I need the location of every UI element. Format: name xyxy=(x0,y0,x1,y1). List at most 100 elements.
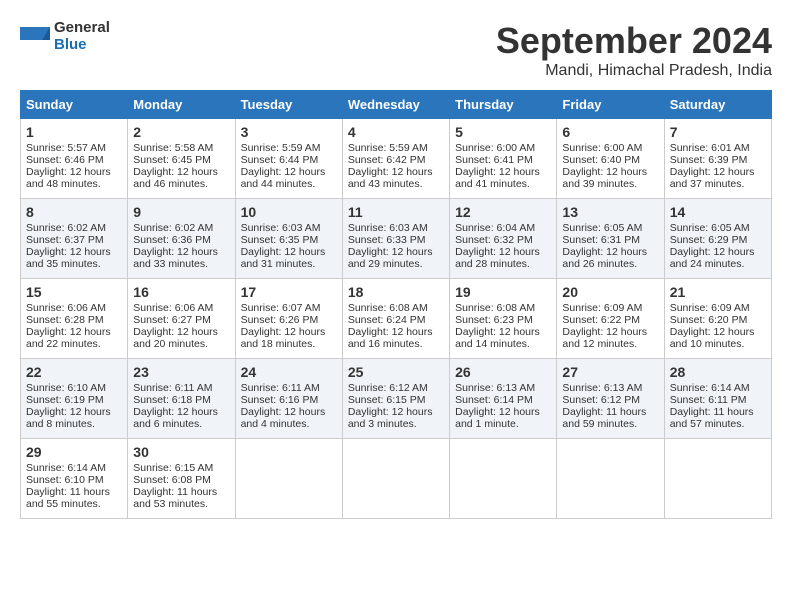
sunset: Sunset: 6:23 PM xyxy=(455,314,533,326)
calendar-cell: 10Sunrise: 6:03 AMSunset: 6:35 PMDayligh… xyxy=(235,199,342,279)
month-title: September 2024 xyxy=(496,20,772,62)
day-number: 18 xyxy=(348,284,444,300)
day-number: 11 xyxy=(348,204,444,220)
calendar-week-3: 22Sunrise: 6:10 AMSunset: 6:19 PMDayligh… xyxy=(21,359,772,439)
day-number: 23 xyxy=(133,364,229,380)
day-number: 21 xyxy=(670,284,766,300)
daylight: Daylight: 12 hours and 20 minutes. xyxy=(133,326,218,350)
sunrise: Sunrise: 6:11 AM xyxy=(241,382,320,394)
calendar-cell: 24Sunrise: 6:11 AMSunset: 6:16 PMDayligh… xyxy=(235,359,342,439)
sunrise: Sunrise: 6:13 AM xyxy=(455,382,535,394)
sunset: Sunset: 6:42 PM xyxy=(348,154,426,166)
sunset: Sunset: 6:16 PM xyxy=(241,394,319,406)
sunset: Sunset: 6:31 PM xyxy=(562,234,640,246)
calendar-cell: 2Sunrise: 5:58 AMSunset: 6:45 PMDaylight… xyxy=(128,119,235,199)
sunset: Sunset: 6:28 PM xyxy=(26,314,104,326)
daylight: Daylight: 12 hours and 26 minutes. xyxy=(562,246,647,270)
sunrise: Sunrise: 6:02 AM xyxy=(26,222,106,234)
calendar-week-1: 8Sunrise: 6:02 AMSunset: 6:37 PMDaylight… xyxy=(21,199,772,279)
sunset: Sunset: 6:14 PM xyxy=(455,394,533,406)
header-wednesday: Wednesday xyxy=(342,91,449,119)
sunset: Sunset: 6:15 PM xyxy=(348,394,426,406)
calendar-cell: 4 Sunrise: 5:59 AMSunset: 6:42 PMDaylight… xyxy=(342,119,449,199)
daylight: Daylight: 12 hours and 35 minutes. xyxy=(26,246,111,270)
calendar-week-2: 15Sunrise: 6:06 AMSunset: 6:28 PMDayligh… xyxy=(21,279,772,359)
daylight: Daylight: 12 hours and 10 minutes. xyxy=(670,326,755,350)
daylight: Daylight: 12 hours and 43 minutes. xyxy=(348,166,433,190)
header-tuesday: Tuesday xyxy=(235,91,342,119)
header-monday: Monday xyxy=(128,91,235,119)
daylight: Daylight: 12 hours and 44 minutes. xyxy=(241,166,326,190)
day-number: 4 xyxy=(348,124,444,140)
sunrise: Sunrise: 6:12 AM xyxy=(348,382,428,394)
calendar-cell: 8Sunrise: 6:02 AMSunset: 6:37 PMDaylight… xyxy=(21,199,128,279)
sunset: Sunset: 6:40 PM xyxy=(562,154,640,166)
sunset: Sunset: 6:41 PM xyxy=(455,154,533,166)
sunset: Sunset: 6:10 PM xyxy=(26,474,104,486)
calendar-cell: 6Sunrise: 6:00 AMSunset: 6:40 PMDaylight… xyxy=(557,119,664,199)
calendar-cell xyxy=(450,439,557,519)
header-thursday: Thursday xyxy=(450,91,557,119)
daylight: Daylight: 12 hours and 1 minute. xyxy=(455,406,540,430)
sunset: Sunset: 6:26 PM xyxy=(241,314,319,326)
day-number: 19 xyxy=(455,284,551,300)
calendar-cell: 22Sunrise: 6:10 AMSunset: 6:19 PMDayligh… xyxy=(21,359,128,439)
daylight: Daylight: 12 hours and 18 minutes. xyxy=(241,326,326,350)
logo: General Blue xyxy=(20,20,110,53)
daylight: Daylight: 11 hours and 57 minutes. xyxy=(670,406,754,430)
calendar-cell: 16Sunrise: 6:06 AMSunset: 6:27 PMDayligh… xyxy=(128,279,235,359)
sunset: Sunset: 6:20 PM xyxy=(670,314,748,326)
day-number: 3 xyxy=(241,124,337,140)
sunrise: Sunrise: 5:59 AM xyxy=(348,142,428,154)
sunset: Sunset: 6:36 PM xyxy=(133,234,211,246)
sunrise: Sunrise: 6:00 AM xyxy=(455,142,535,154)
calendar-cell: 9Sunrise: 6:02 AMSunset: 6:36 PMDaylight… xyxy=(128,199,235,279)
sunset: Sunset: 6:37 PM xyxy=(26,234,104,246)
calendar-week-4: 29Sunrise: 6:14 AMSunset: 6:10 PMDayligh… xyxy=(21,439,772,519)
calendar-cell: 27Sunrise: 6:13 AMSunset: 6:12 PMDayligh… xyxy=(557,359,664,439)
calendar-cell: 21 Sunrise: 6:09 AMSunset: 6:20 PMDayligh… xyxy=(664,279,771,359)
sunrise: Sunrise: 6:05 AM xyxy=(670,222,750,234)
daylight: Daylight: 12 hours and 22 minutes. xyxy=(26,326,111,350)
day-number: 28 xyxy=(670,364,766,380)
sunrise: Sunrise: 5:57 AM xyxy=(26,142,106,154)
header-friday: Friday xyxy=(557,91,664,119)
calendar-table: SundayMondayTuesdayWednesdayThursdayFrid… xyxy=(20,90,772,519)
sunrise: Sunrise: 6:09 AM xyxy=(562,302,642,314)
calendar-cell xyxy=(235,439,342,519)
sunset: Sunset: 6:22 PM xyxy=(562,314,640,326)
title-block: September 2024 Mandi, Himachal Pradesh, … xyxy=(496,20,772,80)
calendar-cell: 11Sunrise: 6:03 AMSunset: 6:33 PMDayligh… xyxy=(342,199,449,279)
day-number: 20 xyxy=(562,284,658,300)
daylight: Daylight: 12 hours and 4 minutes. xyxy=(241,406,326,430)
day-number: 27 xyxy=(562,364,658,380)
sunset: Sunset: 6:45 PM xyxy=(133,154,211,166)
sunset: Sunset: 6:35 PM xyxy=(241,234,319,246)
logo-text: General Blue xyxy=(54,20,110,53)
sunrise: Sunrise: 6:01 AM xyxy=(670,142,750,154)
header-sunday: Sunday xyxy=(21,91,128,119)
sunset: Sunset: 6:33 PM xyxy=(348,234,426,246)
sunset: Sunset: 6:44 PM xyxy=(241,154,319,166)
day-number: 15 xyxy=(26,284,122,300)
calendar-cell: 15 Sunrise: 6:06 AMSunset: 6:28 PMDayligh… xyxy=(21,279,128,359)
sunrise: Sunrise: 6:09 AM xyxy=(670,302,750,314)
day-number: 17 xyxy=(241,284,337,300)
day-number: 2 xyxy=(133,124,229,140)
day-number: 26 xyxy=(455,364,551,380)
sunrise: Sunrise: 6:06 AM xyxy=(26,302,106,314)
sunrise: Sunrise: 6:06 AM xyxy=(133,302,213,314)
daylight: Daylight: 12 hours and 31 minutes. xyxy=(241,246,326,270)
day-number: 1 xyxy=(26,124,122,140)
location-title: Mandi, Himachal Pradesh, India xyxy=(496,62,772,80)
sunrise: Sunrise: 6:13 AM xyxy=(562,382,642,394)
daylight: Daylight: 12 hours and 14 minutes. xyxy=(455,326,540,350)
day-number: 16 xyxy=(133,284,229,300)
sunrise: Sunrise: 6:03 AM xyxy=(241,222,321,234)
sunrise: Sunrise: 6:15 AM xyxy=(133,462,213,474)
calendar-cell: 28Sunrise: 6:14 AMSunset: 6:11 PMDayligh… xyxy=(664,359,771,439)
header-row: SundayMondayTuesdayWednesdayThursdayFrid… xyxy=(21,91,772,119)
calendar-cell: 17 Sunrise: 6:07 AMSunset: 6:26 PMDayligh… xyxy=(235,279,342,359)
sunrise: Sunrise: 6:07 AM xyxy=(241,302,321,314)
sunrise: Sunrise: 6:14 AM xyxy=(26,462,106,474)
